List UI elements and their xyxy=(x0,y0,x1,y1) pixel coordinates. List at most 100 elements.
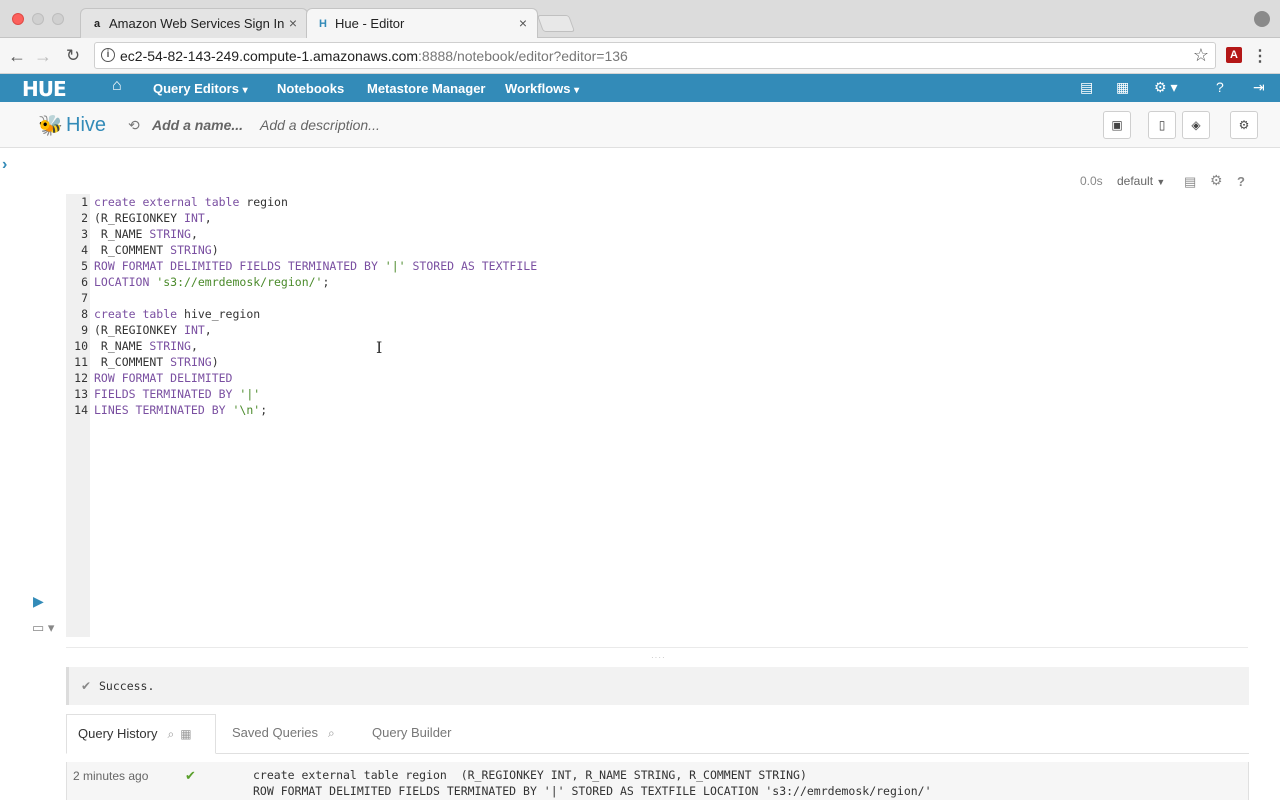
search-icon[interactable]: ⌕ xyxy=(167,727,174,741)
file-browser-icon[interactable]: ▤ xyxy=(1080,79,1093,96)
code-editor[interactable]: 1 create external table region 2 (R_REGIONK… xyxy=(66,194,1246,418)
address-bar[interactable]: i ec2-54-82-143-249.compute-1.amazonaws.… xyxy=(94,42,1216,69)
code-line[interactable]: 3 R_NAME STRING, xyxy=(66,226,1246,242)
line-number: 9 xyxy=(81,323,88,337)
resize-handle[interactable]: ···· xyxy=(651,653,666,662)
line-number: 2 xyxy=(81,211,88,225)
reload-icon[interactable]: ↻ xyxy=(62,45,84,67)
history-time: 2 minutes ago xyxy=(73,769,149,783)
code-line[interactable]: 11 R_COMMENT STRING) xyxy=(66,354,1246,370)
history-icon[interactable]: ⟲ xyxy=(128,117,140,134)
help-icon[interactable]: ? xyxy=(1216,79,1224,95)
code-line[interactable]: 8 create table hive_region xyxy=(66,306,1246,322)
line-number: 11 xyxy=(74,355,88,369)
line-content: FIELDS TERMINATED BY '|' xyxy=(94,387,261,401)
forward-arrow-icon[interactable]: → xyxy=(32,45,54,67)
amazon-favicon-icon: a xyxy=(93,18,101,30)
gear-icon[interactable]: ⚙ xyxy=(1210,172,1223,189)
bookmark-star-icon[interactable]: ☆ xyxy=(1193,45,1209,66)
help-icon[interactable]: ? xyxy=(1237,174,1245,189)
tab-title: Amazon Web Services Sign In xyxy=(109,16,285,31)
line-number: 1 xyxy=(81,195,88,209)
logout-icon[interactable]: ⇥ xyxy=(1253,79,1265,96)
history-query: create external table region (R_REGIONKE… xyxy=(253,768,932,798)
close-tab-icon[interactable]: × xyxy=(519,9,527,38)
browser-tab-bar: a Amazon Web Services Sign In × H Hue - … xyxy=(0,0,1280,38)
home-icon[interactable]: ⌂ xyxy=(112,77,122,95)
line-content: ROW FORMAT DELIMITED FIELDS TERMINATED B… xyxy=(94,259,538,273)
code-line[interactable]: 6 LOCATION 's3://emrdemosk/region/'; xyxy=(66,274,1246,290)
line-content: ROW FORMAT DELIMITED xyxy=(94,371,233,385)
results-tabs: Query History ⌕ ▦ Saved Queries ⌕ Query Bui… xyxy=(66,714,1249,754)
line-number: 3 xyxy=(81,227,88,241)
code-line[interactable]: 14 LINES TERMINATED BY '\n'; xyxy=(66,402,1246,418)
query-description-input[interactable]: Add a description... xyxy=(260,117,380,133)
line-number: 4 xyxy=(81,243,88,257)
browser-tab-hue[interactable]: H Hue - Editor × xyxy=(306,8,538,38)
chevron-right-icon[interactable]: › xyxy=(2,156,7,174)
settings-cogs-icon[interactable]: ⚙ xyxy=(1230,111,1258,139)
code-line[interactable]: 9 (R_REGIONKEY INT, xyxy=(66,322,1246,338)
close-window-button[interactable] xyxy=(12,13,24,25)
line-number: 5 xyxy=(81,259,88,273)
code-line[interactable]: 5 ROW FORMAT DELIMITED FIELDS TERMINATED … xyxy=(66,258,1246,274)
nav-workflows[interactable]: Workflows ▾ xyxy=(505,81,579,96)
new-tab-button[interactable] xyxy=(536,15,576,32)
document-icon[interactable]: ▤ xyxy=(1184,174,1196,190)
code-line[interactable]: 4 R_COMMENT STRING) xyxy=(66,242,1246,258)
table-browser-icon[interactable]: ▦ xyxy=(1116,79,1129,96)
tags-icon[interactable]: ◈ xyxy=(1182,111,1210,139)
admin-cogs-icon[interactable]: ⚙ ▾ xyxy=(1154,79,1177,96)
nav-notebooks[interactable]: Notebooks xyxy=(277,81,344,96)
pdf-extension-icon[interactable]: A xyxy=(1226,47,1242,63)
site-info-icon[interactable]: i xyxy=(101,48,115,62)
success-check-icon: ✔ xyxy=(185,768,196,783)
minimize-window-button[interactable] xyxy=(32,13,44,25)
code-line[interactable]: 12 ROW FORMAT DELIMITED xyxy=(66,370,1246,386)
profile-icon[interactable] xyxy=(1254,11,1270,27)
nav-metastore-manager[interactable]: Metastore Manager xyxy=(367,81,485,96)
resizer-divider xyxy=(66,647,1248,648)
line-content: LOCATION 's3://emrdemosk/region/'; xyxy=(94,275,330,289)
maximize-window-button[interactable] xyxy=(52,13,64,25)
line-content: R_NAME STRING, xyxy=(94,227,198,241)
save-icon[interactable]: ▣ xyxy=(1103,111,1131,139)
code-line[interactable]: 7 xyxy=(66,290,1246,306)
status-message: Success. xyxy=(99,679,155,693)
line-content: create external table region xyxy=(94,195,288,209)
code-line[interactable]: 1 create external table region xyxy=(66,194,1246,210)
browser-tab-aws[interactable]: a Amazon Web Services Sign In × xyxy=(80,8,308,38)
database-selector[interactable]: default ▼ xyxy=(1117,174,1165,188)
execution-time: 0.0s xyxy=(1080,174,1103,188)
close-tab-icon[interactable]: × xyxy=(289,9,297,38)
url-text: ec2-54-82-143-249.compute-1.amazonaws.co… xyxy=(120,48,628,64)
tab-query-history[interactable]: Query History ⌕ ▦ xyxy=(66,714,216,754)
run-query-icon[interactable]: ▶ xyxy=(33,593,44,610)
back-arrow-icon[interactable]: ← xyxy=(6,45,28,67)
hue-navbar: HUE ⌂ Query Editors ▾ Notebooks Metastor… xyxy=(0,74,1280,102)
execution-status: ✔ Success. xyxy=(66,667,1249,705)
line-content: (R_REGIONKEY INT, xyxy=(94,211,212,225)
code-line[interactable]: 13 FIELDS TERMINATED BY '|' xyxy=(66,386,1246,402)
line-content: create table hive_region xyxy=(94,307,261,321)
code-line[interactable]: 10 R_NAME STRING, xyxy=(66,338,1246,354)
search-icon[interactable]: ⌕ xyxy=(328,726,335,740)
tab-query-builder[interactable]: Query Builder xyxy=(372,714,451,754)
hue-logo[interactable]: HUE xyxy=(22,77,67,101)
history-row[interactable]: 2 minutes ago ✔ create external table re… xyxy=(66,762,1249,800)
hue-favicon-icon: H xyxy=(319,18,327,30)
nav-query-editors[interactable]: Query Editors ▾ xyxy=(153,81,248,96)
query-name-input[interactable]: Add a name... xyxy=(152,117,243,133)
line-number: 13 xyxy=(74,387,88,401)
line-content: (R_REGIONKEY INT, xyxy=(94,323,212,337)
line-number: 14 xyxy=(74,403,88,417)
tab-saved-queries[interactable]: Saved Queries ⌕ xyxy=(232,714,335,754)
line-content: R_COMMENT STRING) xyxy=(94,243,219,257)
calendar-icon[interactable]: ▦ xyxy=(180,727,191,741)
line-number: 6 xyxy=(81,275,88,289)
new-document-icon[interactable]: ▯ xyxy=(1148,111,1176,139)
browser-menu-icon[interactable]: ⋮ xyxy=(1252,46,1268,66)
snippet-options-icon[interactable]: ▭ ▾ xyxy=(32,620,54,636)
code-line[interactable]: 2 (R_REGIONKEY INT, xyxy=(66,210,1246,226)
line-number: 10 xyxy=(74,339,88,353)
